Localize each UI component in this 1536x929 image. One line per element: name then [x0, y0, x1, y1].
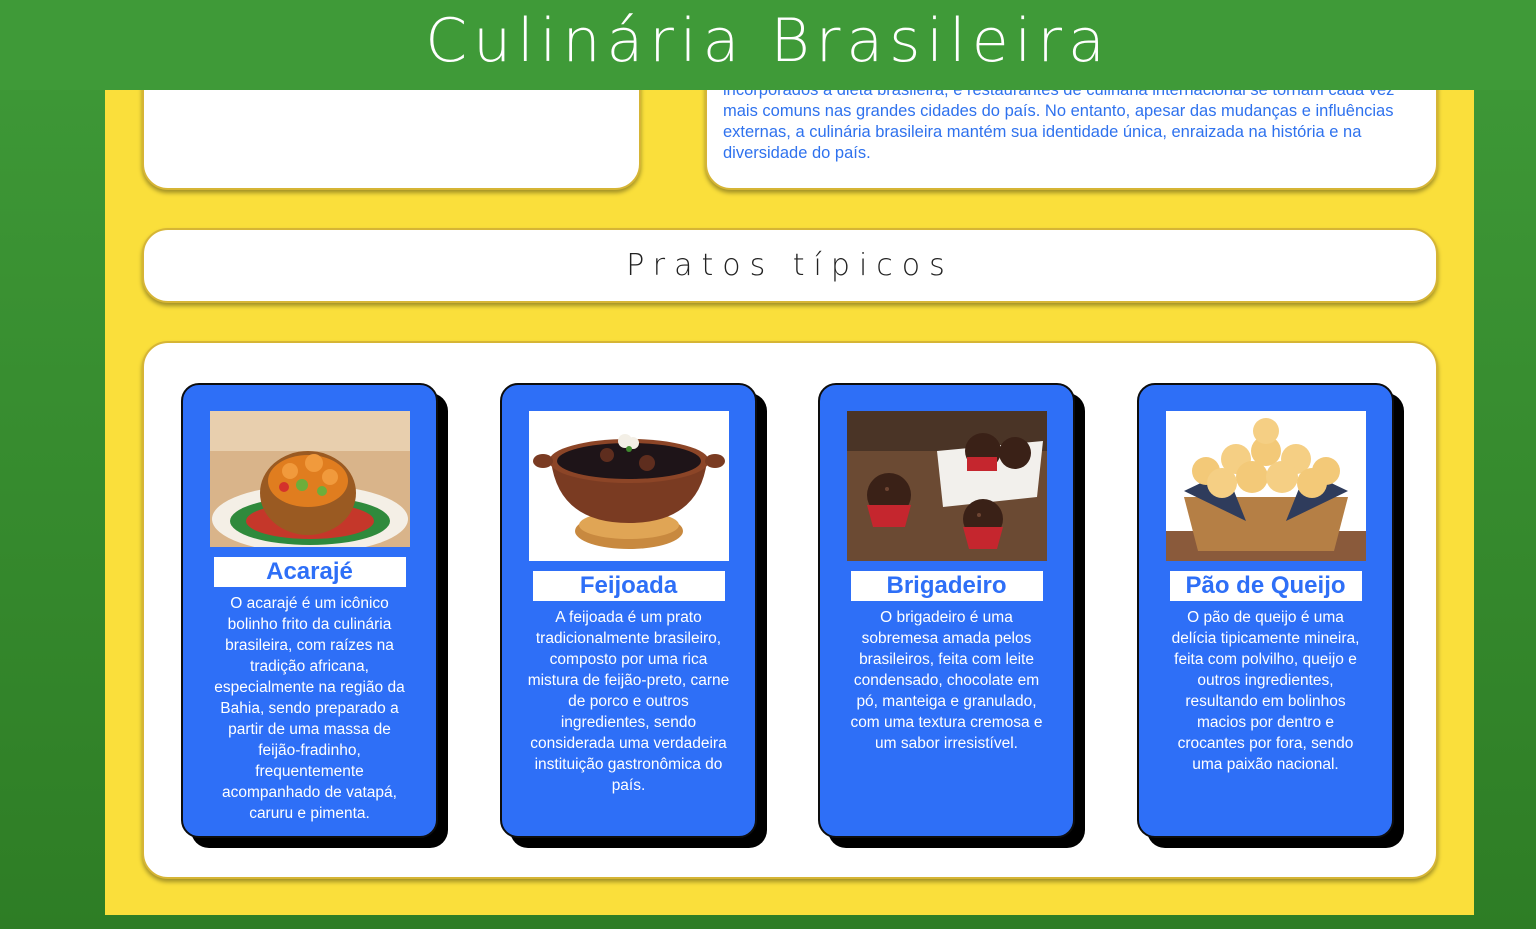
feijoada-photo [528, 411, 729, 561]
brigadeiro-photo [846, 411, 1047, 561]
dish-description: A feijoada é um prato tradicionalmente b… [527, 609, 730, 794]
site-title: Culinária Brasileira [425, 6, 1111, 76]
dish-card-brigadeiro: Brigadeiro O brigadeiro é uma sobremesa … [818, 383, 1075, 838]
dish-description: O brigadeiro é uma sobremesa amada pelos… [850, 609, 1043, 752]
dish-name: Brigadeiro [850, 571, 1043, 601]
dish-description: O pão de queijo é uma delícia tipicament… [1171, 609, 1360, 773]
dish-card-pao-de-queijo: Pão de Queijo O pão de queijo é uma delí… [1137, 383, 1394, 838]
acaraje-photo [209, 411, 410, 547]
dish-card-acaraje: Acarajé O acarajé é um icônico bolinho f… [181, 383, 438, 838]
content-panel: incorporados à dieta brasileira, e resta… [105, 0, 1474, 915]
dish-name: Acarajé [213, 557, 406, 587]
pao-de-queijo-photo [1165, 411, 1366, 561]
section-title: Pratos típicos [626, 248, 954, 283]
dish-name: Feijoada [532, 571, 725, 601]
section-header-box: Pratos típicos [142, 228, 1438, 303]
site-header: Culinária Brasileira [0, 0, 1536, 90]
intro-paragraph: incorporados à dieta brasileira, e resta… [723, 81, 1395, 162]
dish-card-feijoada: Feijoada A feijoada é um prato tradicion… [500, 383, 757, 838]
dishes-container: Acarajé O acarajé é um icônico bolinho f… [142, 341, 1438, 879]
dish-description: O acarajé é um icônico bolinho frito da … [214, 595, 405, 822]
dish-name: Pão de Queijo [1169, 571, 1362, 601]
